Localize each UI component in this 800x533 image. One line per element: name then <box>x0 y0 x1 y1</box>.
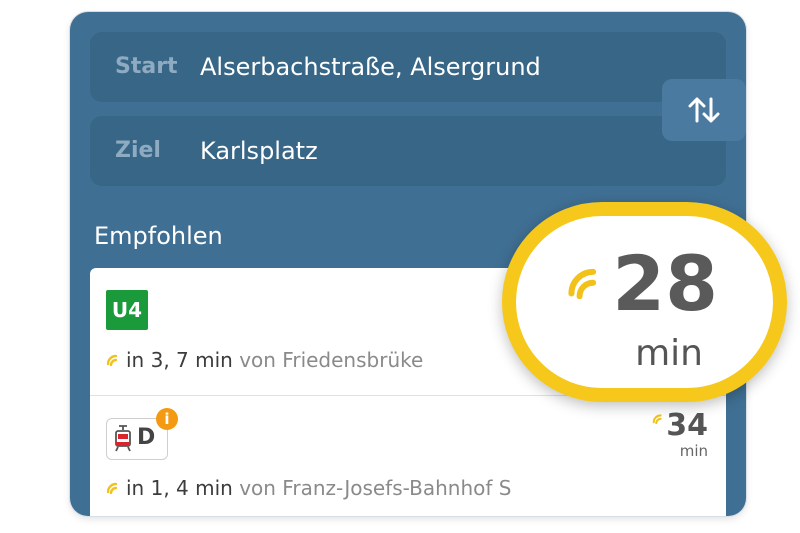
swap-vertical-arrows-icon <box>688 97 720 123</box>
duration-unit: min <box>635 333 703 374</box>
list-item-info: in 3, 7 min von Friedensbrüke <box>106 348 423 372</box>
tram-icon <box>115 425 131 452</box>
destination-field[interactable]: Ziel Karlsplatz <box>90 116 726 186</box>
duration-value: 34 <box>666 408 708 443</box>
duration-highlight-magnifier: 28 min <box>502 202 787 402</box>
swap-button[interactable] <box>662 79 746 141</box>
realtime-icon <box>568 268 597 299</box>
departure-station: von Franz-Josefs-Bahnhof S <box>239 476 512 500</box>
start-label: Start <box>115 54 178 79</box>
duration-value: 28 <box>612 239 718 328</box>
realtime-icon <box>652 414 662 424</box>
duration-unit: min <box>679 442 708 460</box>
departure-station: von Friedensbrüke <box>239 348 424 372</box>
duration-34: 34 min <box>652 408 708 460</box>
departure-time: in 1, 4 min <box>126 476 233 500</box>
departure-time: in 3, 7 min <box>126 348 233 372</box>
realtime-icon <box>106 354 118 366</box>
list-item-info: in 1, 4 min von Franz-Josefs-Bahnhof S <box>106 476 511 500</box>
start-field[interactable]: Start Alserbachstraße, Alsergrund <box>90 32 726 102</box>
line-badge-u4: U4 <box>106 290 148 330</box>
line-label-d: D <box>137 425 156 450</box>
section-title: Empfohlen <box>94 222 223 250</box>
start-value[interactable]: Alserbachstraße, Alsergrund <box>200 32 541 102</box>
realtime-icon <box>106 482 118 494</box>
info-alert-icon[interactable]: i <box>156 408 178 430</box>
destination-label: Ziel <box>115 138 161 163</box>
destination-value[interactable]: Karlsplatz <box>200 116 318 186</box>
